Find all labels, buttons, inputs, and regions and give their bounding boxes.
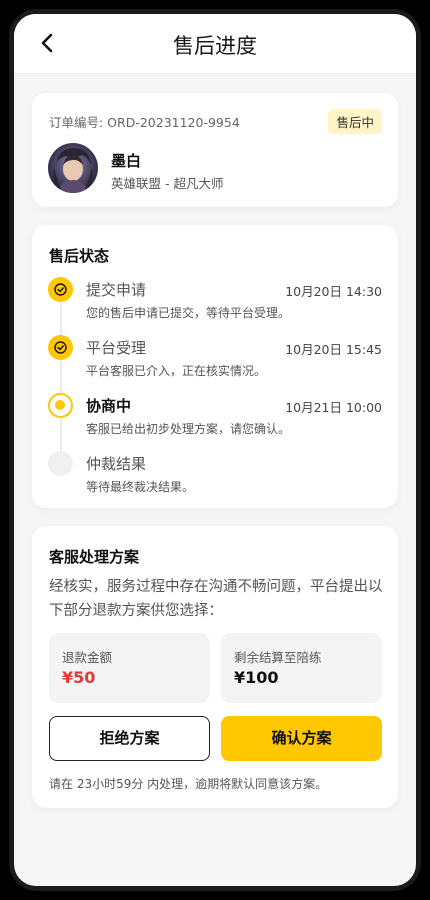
step-name: 仲裁结果 — [86, 455, 147, 473]
reject-plan-button[interactable]: 拒绝方案 — [49, 716, 210, 761]
refund-value: ¥50 — [62, 668, 96, 687]
step-description: 等待最终裁决结果。 — [86, 480, 195, 494]
player-description: 英雄联盟 - 超凡大师 — [111, 176, 224, 191]
status-badge: 售后中 — [328, 109, 382, 134]
remaining-value: ¥100 — [234, 668, 279, 687]
step-description: 您的售后申请已提交，等待平台受理。 — [86, 306, 291, 320]
step-name: 平台受理 — [86, 339, 147, 357]
top-bar: 售后进度 — [14, 14, 416, 74]
current-step-icon — [48, 393, 73, 418]
order-card: 订单编号: ORD-20231120-9954 售后中 墨白 英雄联盟 - 超凡… — [32, 93, 398, 207]
pending-step-icon — [48, 451, 73, 476]
avatar — [48, 143, 98, 193]
confirm-plan-button[interactable]: 确认方案 — [221, 716, 382, 761]
refund-amount-box: 退款金额 ¥50 — [49, 633, 210, 703]
timeline-step-arbitration: 仲裁结果 等待最终裁决结果。 — [32, 451, 398, 497]
plan-description: 经核实，服务过程中存在沟通不畅问题，平台提出以下部分退款方案供您选择： — [49, 579, 383, 619]
step-name: 提交申请 — [86, 281, 147, 299]
deadline-note: 请在 23小时59分 内处理，逾期将默认同意该方案。 — [49, 777, 328, 791]
page-title: 售后进度 — [173, 34, 257, 58]
timeline-step-negotiating: 协商中 10月21日 10:00 客服已给出初步处理方案，请您确认。 — [32, 393, 398, 439]
step-description: 平台客服已介入，正在核实情况。 — [86, 364, 267, 378]
order-number: 订单编号: ORD-20231120-9954 — [49, 115, 240, 130]
remaining-label: 剩余结算至陪练 — [234, 650, 322, 665]
plan-card: 客服处理方案 经核实，服务过程中存在沟通不畅问题，平台提出以下部分退款方案供您选… — [32, 526, 398, 808]
step-description: 客服已给出初步处理方案，请您确认。 — [86, 422, 291, 436]
timeline-step-accept: 平台受理 10月20日 15:45 平台客服已介入，正在核实情况。 — [32, 335, 398, 381]
status-card: 售后状态 提交申请 10月20日 14:30 您的售后申请已提交，等待平台受理。… — [32, 225, 398, 508]
check-circle-icon — [48, 277, 73, 302]
player-name: 墨白 — [111, 152, 142, 170]
refund-label: 退款金额 — [62, 650, 113, 665]
check-circle-icon — [48, 335, 73, 360]
status-section-title: 售后状态 — [49, 247, 110, 265]
plan-section-title: 客服处理方案 — [49, 548, 140, 566]
app-screen: 售后进度 订单编号: ORD-20231120-9954 售后中 墨白 英雄联盟… — [14, 14, 416, 886]
step-name: 协商中 — [86, 397, 132, 415]
remaining-settlement-box: 剩余结算至陪练 ¥100 — [221, 633, 382, 703]
step-time: 10月21日 10:00 — [285, 400, 382, 415]
step-time: 10月20日 15:45 — [285, 342, 382, 357]
step-time: 10月20日 14:30 — [285, 284, 382, 299]
timeline-step-submit: 提交申请 10月20日 14:30 您的售后申请已提交，等待平台受理。 — [32, 277, 398, 323]
